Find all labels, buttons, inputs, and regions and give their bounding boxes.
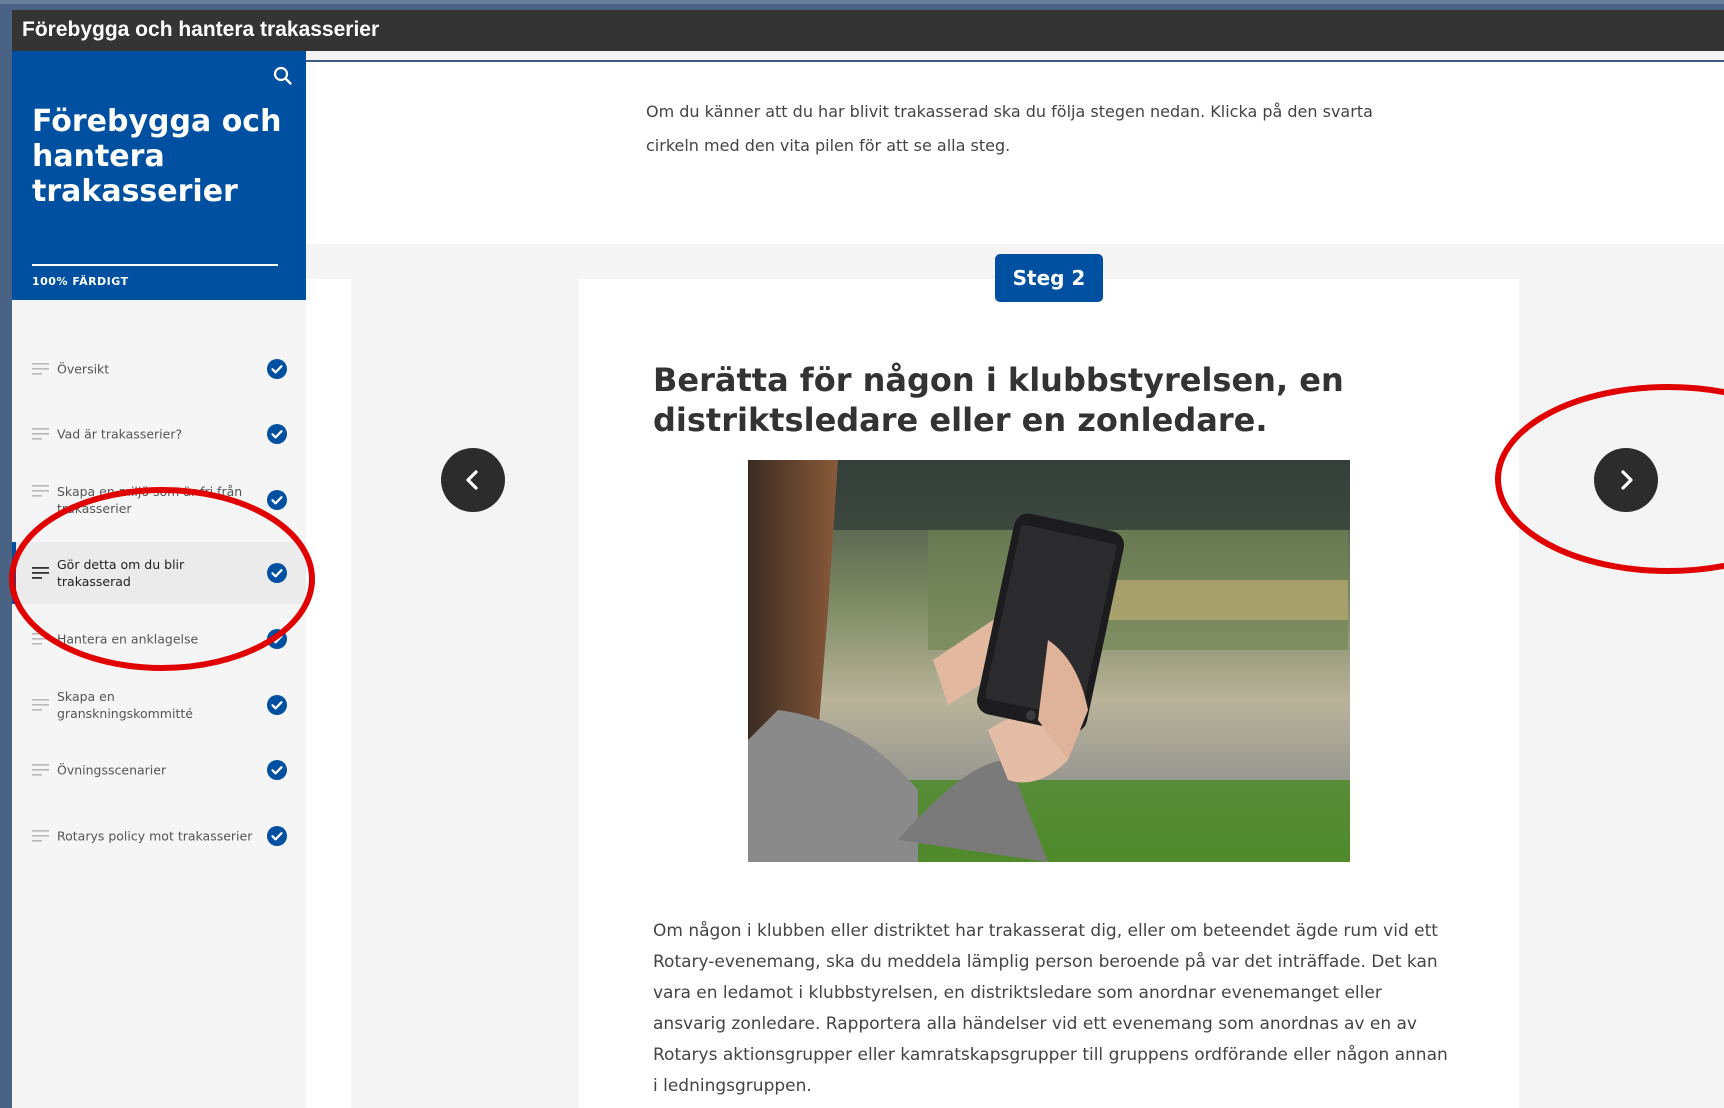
sidebar-item-hantera-anklagelse[interactable]: Hantera en anklagelse — [12, 608, 306, 670]
step-card: Berätta för någon i klubbstyrelsen, en d… — [579, 279, 1519, 1108]
sidebar-item-label: Rotarys policy mot trakasserier — [57, 828, 253, 844]
intro-block: Om du känner att du har blivit trakasser… — [306, 62, 1724, 244]
course-title: Förebygga och hantera trakasserier — [32, 104, 282, 209]
main-content: Om du känner att du har blivit trakasser… — [306, 51, 1724, 1108]
sidebar-item-gor-detta[interactable]: Gör detta om du blir trakasserad — [12, 542, 306, 604]
lesson-lines-icon — [32, 567, 49, 579]
window-frame — [0, 0, 1724, 4]
progress-bar — [32, 264, 278, 266]
chevron-right-icon — [1621, 470, 1633, 490]
window-title: Förebygga och hantera trakasserier — [22, 18, 380, 41]
sidebar-item-skapa-miljo[interactable]: Skapa en miljö som är fri från trakasser… — [12, 463, 306, 537]
title-bar: Förebygga och hantera trakasserier — [12, 10, 1724, 51]
step-badge: Steg 2 — [995, 254, 1103, 302]
sidebar-header: Förebygga och hantera trakasserier 100% … — [12, 51, 306, 300]
check-circle-icon — [267, 359, 287, 379]
step-title: Berätta för någon i klubbstyrelsen, en d… — [653, 361, 1344, 439]
lesson-lines-icon — [32, 830, 49, 842]
sidebar-item-rotarys-policy[interactable]: Rotarys policy mot trakasserier — [12, 805, 306, 867]
previous-card-edge — [306, 279, 351, 1108]
sidebar-item-label: Skapa en miljö som är fri från trakasser… — [57, 484, 243, 516]
check-circle-icon — [267, 629, 287, 649]
step-body: Om någon i klubben eller distriktet har … — [653, 921, 1448, 1096]
intro-text: Om du känner att du har blivit trakasser… — [646, 102, 1373, 155]
chevron-left-icon — [466, 470, 478, 490]
lesson-lines-icon — [32, 764, 49, 776]
sidebar-item-vad-ar-trakasserier[interactable]: Vad är trakasserier? — [12, 403, 306, 465]
check-circle-icon — [267, 695, 287, 715]
next-step-button[interactable] — [1594, 448, 1658, 512]
phone-photo — [748, 460, 1350, 862]
progress-label: 100% FÄRDIGT — [32, 275, 129, 288]
sidebar-item-label: Vad är trakasserier? — [57, 426, 183, 442]
sidebar-item-ovningsscenarier[interactable]: Övningsscenarier — [12, 739, 306, 801]
sidebar: Förebygga och hantera trakasserier 100% … — [12, 51, 306, 1108]
search-icon[interactable] — [272, 65, 294, 87]
sidebar-item-label: Skapa en granskningskommitté — [57, 689, 193, 721]
check-circle-icon — [267, 826, 287, 846]
check-circle-icon — [267, 563, 287, 583]
lesson-lines-icon — [32, 363, 49, 375]
previous-step-button[interactable] — [441, 448, 505, 512]
check-circle-icon — [267, 490, 287, 510]
sidebar-item-label: Översikt — [57, 361, 110, 377]
check-circle-icon — [267, 760, 287, 780]
sidebar-item-label: Gör detta om du blir trakasserad — [57, 557, 185, 589]
lesson-lines-icon — [32, 633, 49, 645]
sidebar-item-oversikt[interactable]: Översikt — [12, 338, 306, 400]
lesson-lines-icon — [32, 699, 49, 711]
sidebar-item-granskningskommitte[interactable]: Skapa en granskningskommitté — [12, 674, 306, 736]
sidebar-item-label: Hantera en anklagelse — [57, 631, 199, 647]
sidebar-item-label: Övningsscenarier — [57, 762, 167, 778]
lesson-lines-icon — [32, 485, 49, 497]
lesson-lines-icon — [32, 428, 49, 440]
check-circle-icon — [267, 424, 287, 444]
